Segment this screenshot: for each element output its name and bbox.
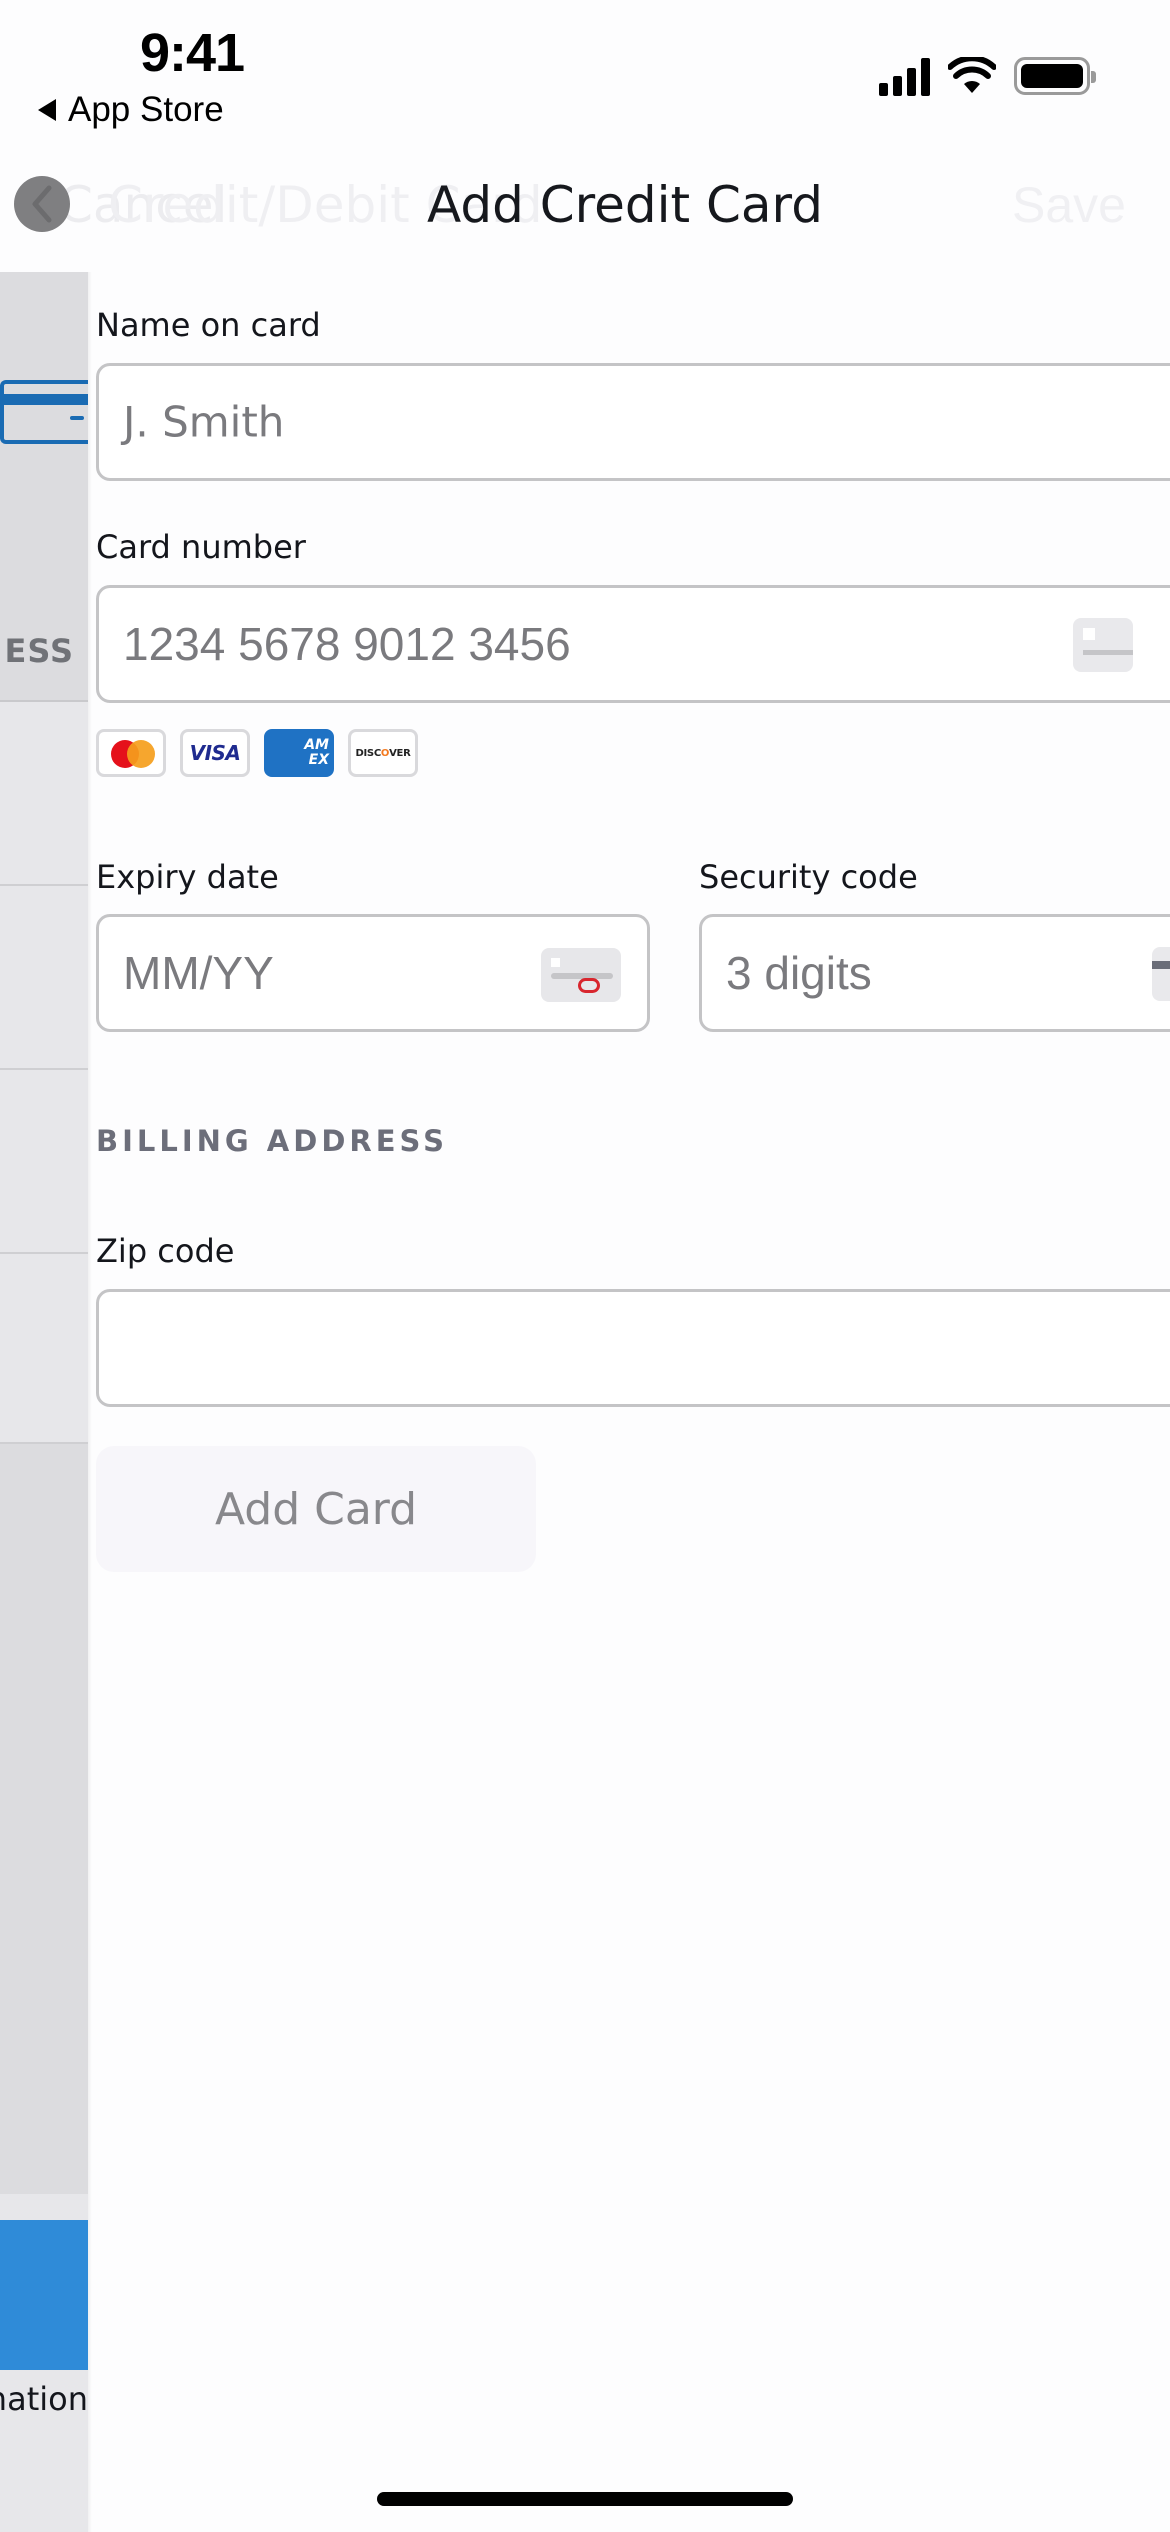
zip-code-label: Zip code xyxy=(96,1232,235,1270)
amex-logo-icon: AM EX xyxy=(264,729,334,777)
previous-bottom-text-fragment: mation xyxy=(0,2380,88,2418)
discover-logo-icon: DISCOVER xyxy=(348,729,418,777)
security-code-placeholder: 3 digits xyxy=(726,947,872,999)
card-number-label: Card number xyxy=(96,528,306,566)
previous-list-row xyxy=(0,702,88,886)
back-app-label: App Store xyxy=(68,90,224,129)
ghost-save-button: Save xyxy=(1012,177,1126,233)
accepted-card-brands: VISA AM EX DISCOVER xyxy=(96,729,418,777)
zip-code-input[interactable] xyxy=(96,1289,1170,1407)
previous-list-row xyxy=(0,886,88,1070)
home-indicator[interactable] xyxy=(377,2492,793,2506)
card-number-placeholder: 1234 5678 9012 3456 xyxy=(123,618,571,670)
visa-logo-icon: VISA xyxy=(180,729,250,777)
status-icons xyxy=(879,56,1096,96)
previous-list-row xyxy=(0,1254,88,1444)
battery-icon xyxy=(1014,57,1096,95)
status-time: 9:41 xyxy=(140,23,245,83)
back-to-app-store[interactable]: App Store xyxy=(38,90,224,130)
previous-screen-strip: ESS mation xyxy=(0,272,88,2532)
security-code-input[interactable]: 3 digits xyxy=(699,914,1170,1032)
expiry-date-input[interactable]: MM/YY xyxy=(96,914,650,1032)
previous-primary-button xyxy=(0,2220,88,2370)
name-on-card-label: Name on card xyxy=(96,306,321,344)
card-back-cvv-icon xyxy=(541,948,621,1002)
previous-screen-header-band: ESS xyxy=(0,272,88,702)
security-code-label: Security code xyxy=(699,858,918,896)
credit-card-icon xyxy=(0,380,88,444)
expiry-date-label: Expiry date xyxy=(96,858,279,896)
name-on-card-input[interactable]: J. Smith xyxy=(96,363,1170,481)
card-generic-icon xyxy=(1073,618,1133,672)
previous-screen-lower-band xyxy=(0,1444,88,2194)
card-number-input[interactable]: 1234 5678 9012 3456 xyxy=(96,585,1170,703)
page-title: Add Credit Card xyxy=(427,176,823,234)
back-triangle-icon xyxy=(38,99,56,121)
wifi-icon xyxy=(948,57,996,93)
card-back-icon xyxy=(1152,947,1170,1001)
mastercard-logo-icon xyxy=(96,729,166,777)
previous-list-row xyxy=(0,1070,88,1254)
previous-section-title-fragment: ESS xyxy=(4,632,74,670)
billing-address-heading: BILLING ADDRESS xyxy=(96,1124,449,1158)
cellular-signal-icon xyxy=(879,56,930,96)
transition-shadow xyxy=(88,272,92,2532)
expiry-date-placeholder: MM/YY xyxy=(123,947,274,999)
add-card-button[interactable]: Add Card xyxy=(96,1446,536,1572)
name-on-card-placeholder: J. Smith xyxy=(123,397,285,447)
